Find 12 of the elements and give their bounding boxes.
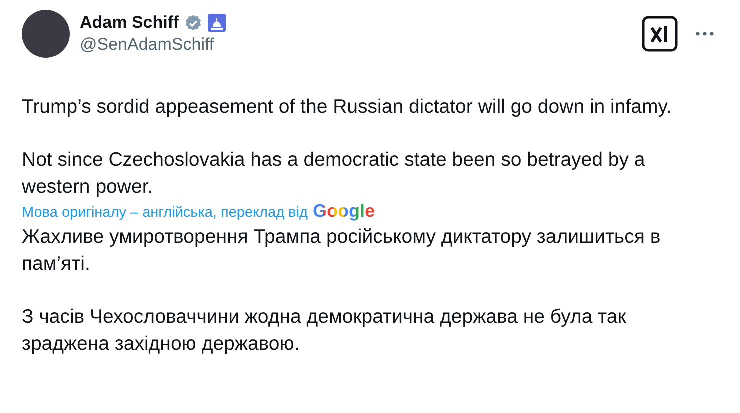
translated-text: Жахливе умиротворення Трампа російському диктатору залишиться в пам’яті. bbox=[22, 225, 662, 277]
google-logo: Google bbox=[312, 201, 375, 222]
more-options-icon[interactable] bbox=[696, 32, 714, 36]
capitol-dome-icon bbox=[208, 14, 226, 32]
grok-logo-icon[interactable] bbox=[642, 16, 678, 52]
translation-note: Мова оригіналу – англійська, переклад від bbox=[22, 205, 308, 221]
translated-text: З часів Чехословаччини жодна демократична держава не була так зраджена західною державою. bbox=[22, 305, 628, 357]
author-name[interactable]: Adam Schiff bbox=[80, 13, 180, 33]
tweet-text: Not since Czechoslovakia has a democratic state been so betrayed by a western power. bbox=[22, 148, 646, 200]
author-handle[interactable]: @SenAdamSchiff bbox=[80, 35, 632, 55]
tweet-text: Trump’s sordid appeasement of the Russian dictator will go down in infamy. bbox=[22, 95, 673, 120]
avatar[interactable] bbox=[22, 10, 70, 58]
